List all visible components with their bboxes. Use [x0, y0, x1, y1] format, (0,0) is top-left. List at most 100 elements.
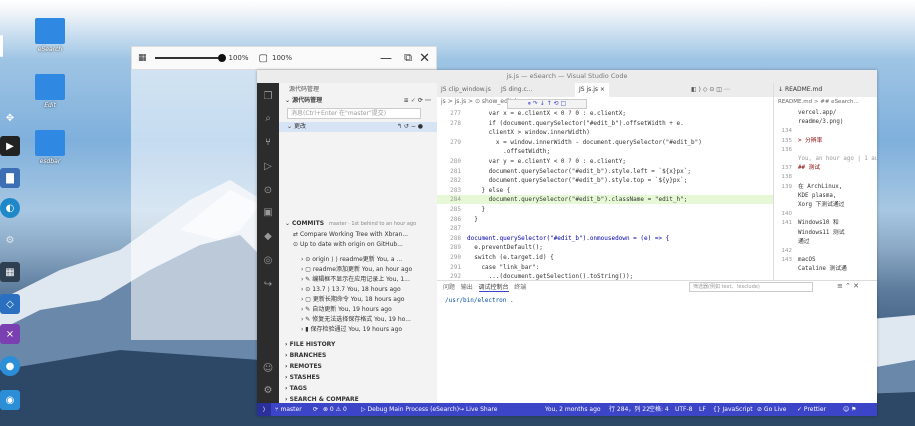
zoom-slider[interactable] — [154, 54, 226, 62]
app-icon[interactable]: ● — [0, 356, 20, 376]
commit-row[interactable]: › ✎ 自动更新 You, 19 hours ago — [279, 305, 437, 315]
code-line[interactable]: 288 document.querySelector("#edit_b").onm… — [437, 234, 773, 243]
code-line[interactable]: 284 document.querySelector("#edit_b").cl… — [437, 195, 773, 205]
readme-line[interactable]: Xorg 下测试通过 — [774, 201, 877, 210]
code-line[interactable]: 286 } — [437, 215, 773, 224]
readme-line[interactable]: 137 ## 测试 — [774, 164, 877, 173]
commit-message-input[interactable]: 消息(Ctrl+Enter 在"master"提交) — [287, 108, 421, 119]
tab-js[interactable]: JS js.js × — [575, 83, 609, 97]
apps-icon[interactable]: ✥ — [0, 108, 20, 128]
sidebar-section-search-compare[interactable]: › SEARCH & COMPARE — [279, 395, 437, 403]
restore-icon[interactable]: ⧉ — [404, 51, 412, 65]
code-line[interactable]: 279 x = window.innerWidth - document.que… — [437, 138, 773, 147]
status-account-icon[interactable]: ☺ ⚑ — [843, 403, 857, 416]
code-line[interactable]: 285 } — [437, 205, 773, 214]
tab-problems[interactable]: 问题 — [443, 284, 455, 291]
code-line[interactable]: 281 document.querySelector("#edit_b").st… — [437, 167, 773, 176]
status-sync[interactable]: ⟳ — [313, 403, 318, 416]
readme-line[interactable]: Windows11 测试 — [774, 229, 877, 238]
readme-line[interactable]: 138 — [774, 173, 877, 182]
search-icon[interactable]: ⌕ — [262, 113, 274, 125]
readme-line[interactable]: 142 — [774, 247, 877, 256]
readme-line[interactable]: 143 macOS — [774, 256, 877, 265]
code-line[interactable]: clientX > window.innerWidth) — [437, 128, 773, 137]
status-blame[interactable]: You, 2 months ago — [545, 403, 601, 416]
minimize-icon[interactable]: — — [380, 51, 392, 65]
readme-line[interactable]: Cataline 测试通 — [774, 265, 877, 274]
source-control-icon[interactable]: ⑂ — [262, 137, 274, 149]
readme-line[interactable]: 134 — [774, 127, 877, 136]
readme-line[interactable]: 140 — [774, 210, 877, 219]
readme-line[interactable]: 139 在 ArchLinux, — [774, 183, 877, 192]
sc-actions-icon[interactable]: ≡ ✓ ⟳ ⋯ — [404, 96, 431, 106]
list-item[interactable]: ⊙ Up to date with origin on GitHub... — [279, 240, 437, 250]
readme-line[interactable]: 通过 — [774, 238, 877, 247]
status-remote-icon[interactable]: ⟩ — [257, 403, 271, 416]
grid-icon[interactable]: ▦ — [138, 53, 147, 63]
sidebar-section-remotes[interactable]: › REMOTES — [279, 362, 437, 372]
sidebar-section-file-history[interactable]: › FILE HISTORY — [279, 340, 437, 350]
status-prettier[interactable]: ✓ Prettier — [797, 403, 826, 416]
camera-icon[interactable]: ◉ — [0, 390, 20, 410]
tab-ding[interactable]: JS ding.c... — [497, 83, 537, 97]
code-line[interactable]: 291 case "link_bar": — [437, 263, 773, 272]
gitlens-icon[interactable]: ◎ — [262, 255, 274, 267]
code-editor[interactable]: JS clip_window.js JS ding.c... JS js.js … — [437, 83, 773, 288]
commit-row[interactable]: › ▮ 保存检验通过 You, 19 hours ago — [279, 325, 437, 335]
desktop-icon-edit[interactable]: Edit — [28, 74, 72, 109]
list-item[interactable]: ⇄ Compare Working Tree with Xbran... — [279, 230, 437, 240]
vscode-icon[interactable]: ◇ — [0, 294, 20, 314]
commit-row[interactable]: › ▢ readme添加更新 You, an hour ago — [279, 265, 437, 275]
tab-debug-console[interactable]: 调试控制台 — [478, 284, 509, 292]
code-line[interactable]: 287 — [437, 224, 773, 233]
account-icon[interactable]: ☺ — [262, 363, 274, 375]
desktop-icon-esdbar[interactable]: esdbar — [28, 130, 72, 165]
status-language[interactable]: {} JavaScript — [713, 403, 753, 416]
edge-icon[interactable]: ◐ — [0, 198, 20, 218]
panel-actions-icon[interactable]: ≡ ⌃ ✕ — [837, 282, 859, 290]
panel-filter-input[interactable]: 筛选器(例如 text、!exclude) — [689, 282, 813, 292]
tab-readme[interactable]: ↓ README.md — [774, 83, 877, 97]
close-icon[interactable]: ✕ — [419, 51, 430, 66]
commit-row[interactable]: › ▢ 更新长期命令 You, 18 hours ago — [279, 295, 437, 305]
readme-line[interactable]: 141 Windows10 和 — [774, 219, 877, 228]
changes-group[interactable]: ⌄ 更改 ↰ ↺ − ● — [279, 122, 437, 132]
terminal-icon[interactable]: ▶ — [0, 136, 20, 156]
code-line[interactable]: 290 switch (e.target.id) { — [437, 253, 773, 262]
monitor-icon[interactable]: ▦ — [0, 262, 20, 282]
docker-icon[interactable]: ◆ — [262, 231, 274, 243]
commit-row[interactable]: › ⊙ 13.7 ⟩ 13.7 You, 18 hours ago — [279, 285, 437, 295]
readme-line[interactable]: 136 — [774, 146, 877, 155]
code-line[interactable]: .offsetWidth; — [437, 147, 773, 156]
sidebar-section-branches[interactable]: › BRANCHES — [279, 351, 437, 361]
changes-actions-icon[interactable]: ↰ ↺ − ● — [397, 122, 423, 132]
readme-line[interactable]: vercel.app/ — [774, 109, 877, 118]
status-indent[interactable]: 空格: 4 — [649, 403, 669, 416]
explorer-icon[interactable]: ❐ — [262, 91, 274, 103]
readme-line[interactable]: You, an hour ago | 1 aut... — [774, 155, 877, 164]
commit-row[interactable]: › ✎ 修复无法选择保存格式 You, 19 ho... — [279, 315, 437, 325]
status-live-share[interactable]: ↪ Live Share — [459, 403, 497, 416]
code-line[interactable]: 282 document.querySelector("#edit_b").st… — [437, 176, 773, 185]
visual-studio-icon[interactable]: ⨯ — [0, 324, 20, 344]
status-go-live[interactable]: ⊘ Go Live — [757, 403, 786, 416]
files-icon[interactable]: ▇ — [0, 168, 20, 188]
code-line[interactable]: 280 var y = e.clientY < 0 ? 0 : e.client… — [437, 157, 773, 166]
live-share-icon[interactable]: ↪ — [262, 279, 274, 291]
extensions-icon[interactable]: ▣ — [262, 207, 274, 219]
tab-clip-window[interactable]: JS clip_window.js — [437, 83, 495, 97]
remote-icon[interactable]: ⊙ — [262, 185, 274, 197]
readme-line[interactable]: 135 > 分辨率 — [774, 137, 877, 146]
status-branch[interactable]: ⑂ master — [275, 403, 302, 416]
editor-actions-icon[interactable]: ◧ ⟩ ◇ ⊙ ◫ ⋯ — [687, 83, 734, 97]
readme-line[interactable]: KDE plasma, — [774, 192, 877, 201]
zoom-slider-handle[interactable] — [217, 54, 226, 62]
tab-output[interactable]: 输出 — [461, 284, 473, 291]
tab-terminal[interactable]: 终端 — [514, 284, 526, 291]
settings-icon[interactable]: ⚙ — [0, 230, 20, 250]
code-line[interactable]: 278 if (document.querySelector("#edit_b"… — [437, 119, 773, 128]
sidebar-section-stashes[interactable]: › STASHES — [279, 373, 437, 383]
code-line[interactable]: 277 var x = e.clientX < 0 ? 0 : e.client… — [437, 109, 773, 118]
manage-gear-icon[interactable]: ⚙ — [262, 385, 274, 397]
fit-icon[interactable]: ▢ — [259, 53, 268, 64]
